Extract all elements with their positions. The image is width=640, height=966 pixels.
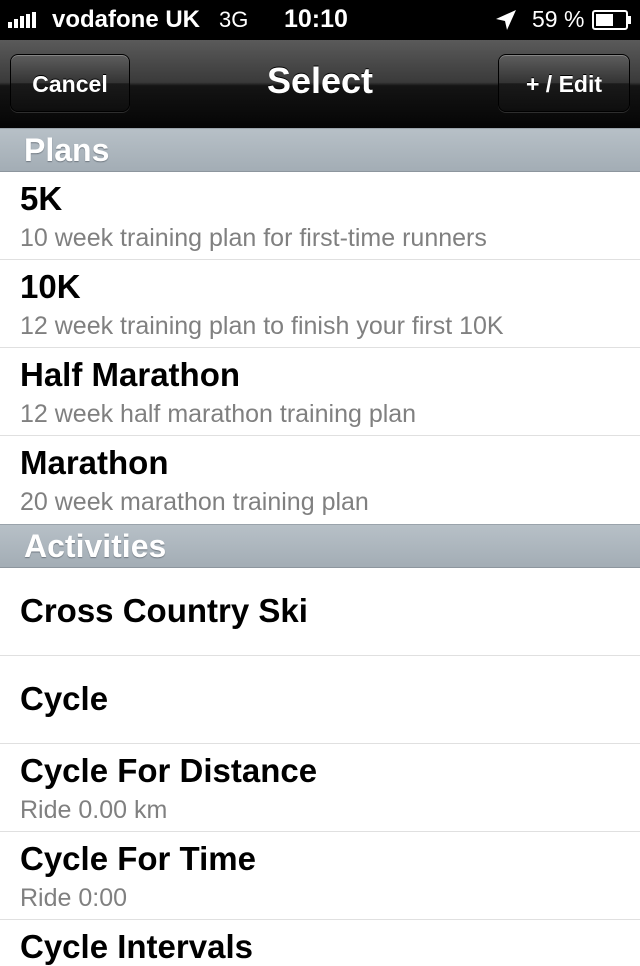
section-header-label: Activities xyxy=(24,528,167,564)
list-item-title: 10K xyxy=(20,268,81,305)
list-item-plan-half-marathon[interactable]: Half Marathon 12 week half marathon trai… xyxy=(0,348,640,436)
list-item-title: Marathon xyxy=(20,444,169,481)
location-arrow-icon xyxy=(496,10,516,30)
list-item-activity-cycle-intervals[interactable]: Cycle Intervals xyxy=(0,920,640,965)
signal-strength-icon xyxy=(8,12,36,28)
list-item-title: Half Marathon xyxy=(20,356,241,393)
list-item-title: Cycle For Time xyxy=(20,840,256,877)
list-item-title: Cycle xyxy=(20,680,109,717)
list-item-activity-cross-country-ski[interactable]: Cross Country Ski xyxy=(0,568,640,656)
carrier-name: vodafone UK xyxy=(52,6,201,33)
list-item-title: 5K xyxy=(20,180,63,217)
battery-percentage: 59 % xyxy=(532,6,585,32)
network-type: 3G xyxy=(219,7,249,32)
section-header-plans: Plans xyxy=(0,128,640,172)
list-item-activity-cycle-for-time[interactable]: Cycle For Time Ride 0:00 xyxy=(0,832,640,920)
list-item-activity-cycle[interactable]: Cycle xyxy=(0,656,640,744)
section-header-activities: Activities xyxy=(0,524,640,568)
clock: 10:10 xyxy=(284,5,348,33)
navigation-bar: Cancel Select + / Edit xyxy=(0,40,640,129)
section-header-label: Plans xyxy=(24,132,110,168)
list-item-title: Cycle For Distance xyxy=(20,752,318,789)
list-item-plan-5k[interactable]: 5K 10 week training plan for first-time … xyxy=(0,172,640,260)
list-item-subtitle: 20 week marathon training plan xyxy=(20,488,369,516)
status-bar: vodafone UK 3G 10:10 59 % xyxy=(0,0,640,40)
list-item-subtitle: 10 week training plan for first-time run… xyxy=(20,224,487,252)
list-item-plan-marathon[interactable]: Marathon 20 week marathon training plan xyxy=(0,436,640,524)
list-item-subtitle: Ride 0.00 km xyxy=(20,796,168,824)
list-item-plan-10k[interactable]: 10K 12 week training plan to finish your… xyxy=(0,260,640,348)
list-item-title: Cross Country Ski xyxy=(20,592,308,629)
list-item-activity-cycle-for-distance[interactable]: Cycle For Distance Ride 0.00 km xyxy=(0,744,640,832)
add-edit-button[interactable]: + / Edit xyxy=(498,54,630,112)
list-item-subtitle: Ride 0:00 xyxy=(20,884,128,912)
list-item-subtitle: 12 week training plan to finish your fir… xyxy=(20,312,504,340)
list-item-title: Cycle Intervals xyxy=(20,928,253,965)
list-item-subtitle: 12 week half marathon training plan xyxy=(20,400,417,428)
battery-icon xyxy=(592,10,631,30)
